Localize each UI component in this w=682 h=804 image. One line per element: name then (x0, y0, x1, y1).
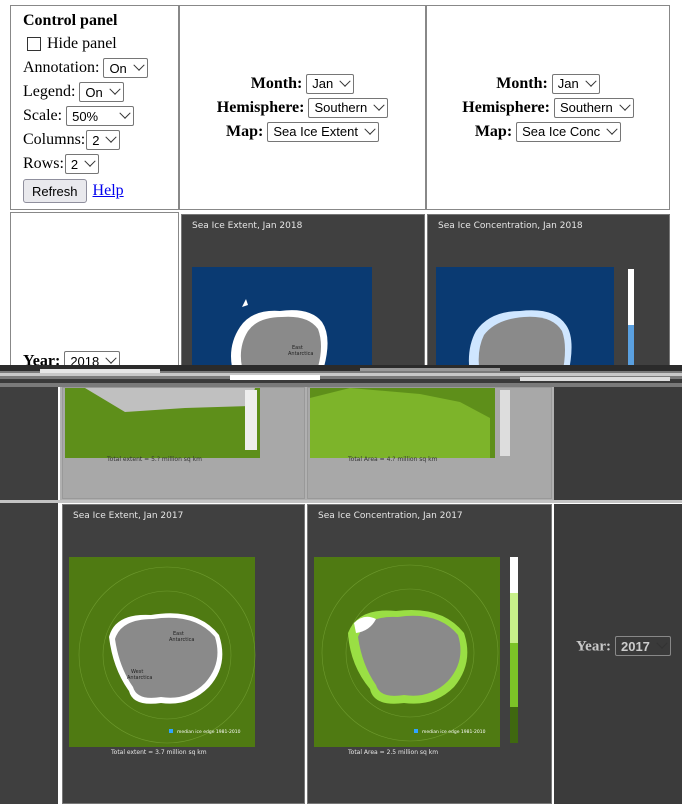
legend-select[interactable]: On (79, 82, 124, 102)
columns-label: Columns: (23, 131, 86, 148)
panel-footer: Total extent = 3.7 million sq km (111, 749, 207, 756)
chevron-down-icon (373, 99, 385, 111)
row-2-year-control: Year: 2017 (576, 636, 671, 656)
chevron-down-icon (109, 83, 121, 95)
hemisphere-select[interactable]: Southern (553, 97, 634, 118)
row-1-year-cell: Year: 2018 (10, 212, 179, 372)
map-label: Map: (226, 122, 264, 140)
svg-text:median ice edge 1981-2010: median ice edge 1981-2010 (177, 729, 241, 735)
annotation-select[interactable]: On (103, 58, 148, 78)
row-separator (0, 500, 682, 503)
sea-ice-concentration-map: median ice edge 1981-2010 (314, 557, 518, 747)
help-link[interactable]: Help (93, 182, 124, 200)
column-1-selectors: Month: Jan Hemisphere: Southern Map: Sea Ic… (179, 5, 426, 210)
svg-text:median ice edge 1981-2010: median ice edge 1981-2010 (422, 729, 486, 735)
chevron-down-icon (105, 131, 118, 143)
svg-text:Antarctica: Antarctica (288, 351, 313, 357)
map-select[interactable]: Sea Ice Conc (516, 121, 622, 142)
panel-footer: Total Area = 4.? million sq km (348, 456, 438, 463)
chevron-down-icon (585, 75, 597, 87)
rows-select[interactable]: 2 (64, 154, 100, 174)
panel-footer: Total extent = 5.? million sq km (107, 456, 202, 463)
map-panel-conc-2018-lower: Total Area = 4.? million sq km (307, 387, 552, 499)
control-panel: Control panel Hide panel Annotation: On … (10, 5, 179, 210)
right-dark-block (554, 387, 682, 500)
chevron-down-icon (619, 99, 631, 111)
panel-footer: Total Area = 2.5 million sq km (348, 749, 439, 756)
svg-text:Antarctica: Antarctica (127, 675, 152, 681)
legend-label: Legend: (23, 83, 76, 100)
columns-select[interactable]: 2 (86, 130, 121, 150)
hide-panel-checkbox[interactable] (27, 37, 41, 51)
chevron-down-icon (105, 352, 117, 364)
chevron-down-icon (606, 123, 618, 135)
render-glitch-band (0, 365, 682, 387)
panel-title: Sea Ice Extent, Jan 2017 (73, 511, 184, 521)
sea-ice-extent-map: East Antarctica (192, 267, 372, 367)
month-label: Month: (250, 74, 303, 92)
chevron-down-icon (119, 107, 131, 119)
month-select[interactable]: Jan (551, 73, 600, 94)
panel-title: Sea Ice Concentration, Jan 2017 (318, 511, 463, 521)
rows-label: Rows: (23, 155, 64, 172)
map-panel-conc-2017: Sea Ice Concentration, Jan 2017 median i… (307, 504, 552, 804)
map-panel-extent-2017: Sea Ice Extent, Jan 2017 East Antarctica… (62, 504, 305, 804)
year-label: Year: (576, 638, 611, 655)
hemisphere-select[interactable]: Southern (308, 97, 389, 118)
hemisphere-label: Hemisphere: (216, 98, 305, 116)
left-dark-column (0, 387, 58, 804)
map-label: Map: (474, 122, 513, 140)
month-select[interactable]: Jan (306, 73, 355, 94)
year-select[interactable]: 2017 (614, 636, 671, 656)
scale-select[interactable]: 50% (66, 106, 135, 126)
chevron-down-icon (133, 59, 145, 71)
panel-title: Sea Ice Extent, Jan 2018 (192, 221, 303, 231)
chevron-down-icon (656, 637, 668, 649)
chevron-down-icon (364, 123, 376, 135)
sea-ice-concentration-map (436, 267, 634, 375)
chevron-down-icon (339, 75, 351, 87)
map-panel-extent-2018: Sea Ice Extent, Jan 2018 East Antarctica (181, 214, 425, 374)
map-panel-conc-2018: Sea Ice Concentration, Jan 2018 (427, 214, 670, 375)
svg-text:Antarctica: Antarctica (169, 637, 194, 643)
panel-title: Sea Ice Concentration, Jan 2018 (438, 221, 583, 231)
column-2-selectors: Month: Jan Hemisphere: Southern Map: Sea Ic… (426, 5, 670, 210)
annotation-label: Annotation: (23, 59, 100, 76)
hide-panel-label: Hide panel (47, 35, 117, 52)
month-label: Month: (496, 74, 548, 92)
hemisphere-label: Hemisphere: (462, 98, 550, 116)
chevron-down-icon (84, 155, 96, 167)
map-panel-extent-2018-lower: Total extent = 5.? million sq km (62, 387, 305, 499)
control-panel-title: Control panel (23, 12, 118, 29)
scale-label: Scale: (23, 107, 63, 124)
refresh-button[interactable]: Refresh (23, 179, 87, 203)
sea-ice-extent-map: East Antarctica West Antarctica median i… (69, 557, 256, 747)
map-select[interactable]: Sea Ice Extent (267, 121, 379, 142)
